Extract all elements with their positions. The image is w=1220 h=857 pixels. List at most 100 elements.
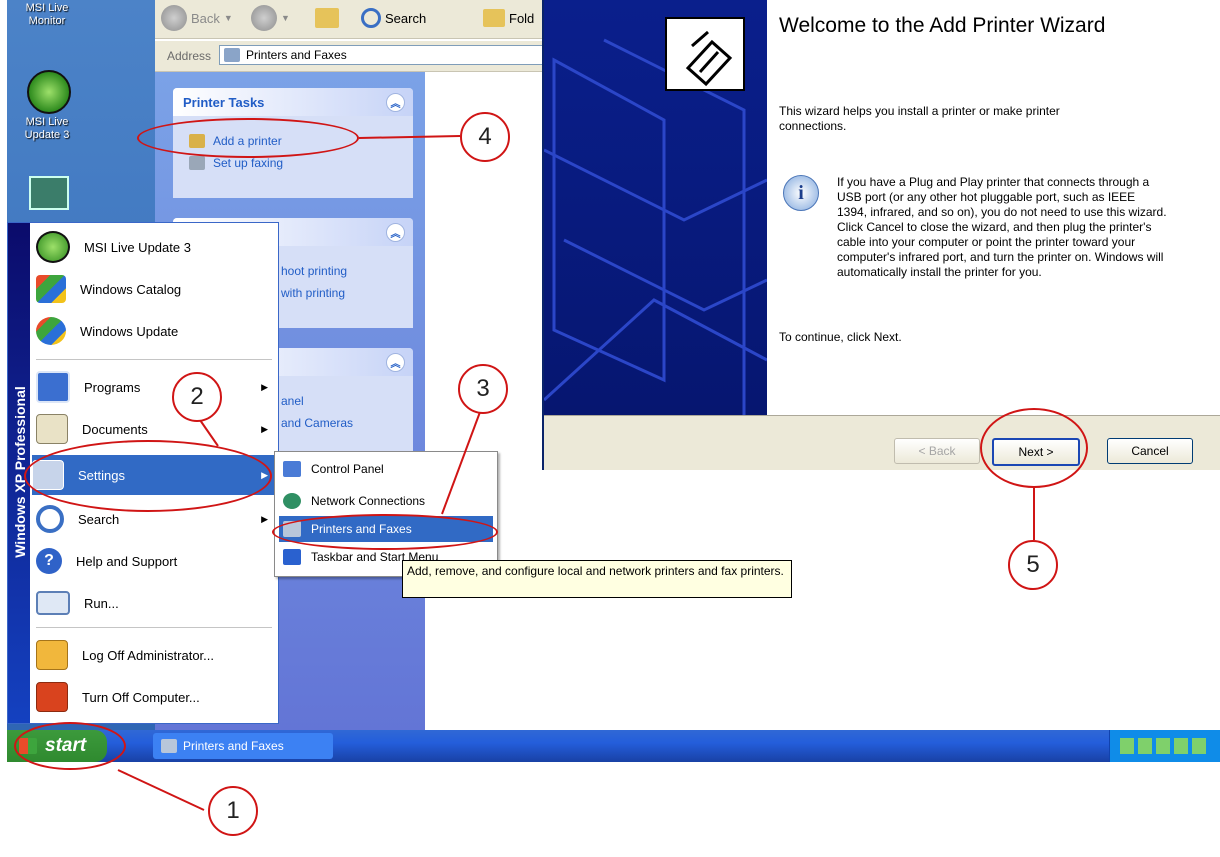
- taskbar-icon: [283, 549, 301, 565]
- info-icon: i: [783, 175, 819, 211]
- submenu-item-control-panel[interactable]: Control Panel: [279, 456, 493, 482]
- menu-item-label: Programs: [84, 379, 141, 395]
- documents-icon: [36, 414, 68, 444]
- leader-line-1: [117, 769, 205, 811]
- address-field[interactable]: Printers and Faxes: [219, 45, 549, 65]
- windows-update-icon: [36, 317, 66, 345]
- wizard-button-bar: < Back Next > Cancel: [544, 415, 1220, 471]
- printer-folder-icon: [224, 48, 240, 62]
- folders-label: Fold: [509, 10, 535, 26]
- submenu-item-network-connections[interactable]: Network Connections: [279, 488, 493, 514]
- control-panel-label: anel: [281, 394, 304, 408]
- submenu-arrow-icon: ▶: [261, 381, 268, 392]
- address-label: Address: [167, 49, 212, 63]
- system-tray: [1109, 730, 1220, 762]
- scanners-cameras-label: and Cameras: [281, 416, 354, 430]
- menu-item-label: Windows Update: [80, 323, 179, 339]
- live-update-icon[interactable]: [27, 70, 71, 114]
- callout-number-1: 1: [208, 786, 258, 836]
- menu-item-turn-off[interactable]: Turn Off Computer...: [36, 679, 276, 715]
- taskbar-item-printers-faxes[interactable]: Printers and Faxes: [153, 733, 333, 759]
- menu-item-label: Help and Support: [76, 553, 178, 569]
- search-icon: [36, 505, 64, 533]
- collapse-icon[interactable]: ︽: [386, 223, 405, 242]
- search-label: Search: [385, 10, 427, 26]
- wizard-intro: This wizard helps you install a printer …: [779, 104, 1060, 133]
- printer-folder-icon: [161, 739, 177, 753]
- menu-item-label: MSI Live Update 3: [84, 239, 191, 255]
- callout-ring-add-printer: [137, 118, 359, 158]
- menu-separator: [36, 359, 272, 360]
- callout-number-4: 4: [460, 112, 510, 162]
- folders-button[interactable]: Fold: [483, 6, 534, 30]
- chevron-down-icon: ▼: [223, 13, 233, 23]
- collapse-icon[interactable]: ︽: [386, 353, 405, 372]
- search-button[interactable]: Search: [361, 6, 426, 30]
- callout-number-2: 2: [172, 372, 222, 422]
- menu-item-windows-catalog[interactable]: Windows Catalog: [36, 271, 276, 307]
- menu-item-label: Search: [78, 511, 120, 527]
- forward-arrow-icon: [251, 5, 277, 31]
- up-folder-icon: [315, 8, 339, 28]
- forward-button[interactable]: ▼: [251, 5, 290, 31]
- add-printer-wizard: Welcome to the Add Printer Wizard This w…: [542, 0, 1220, 470]
- windows-catalog-icon: [36, 275, 66, 303]
- desktop-icon-label[interactable]: MSI Live Monitor: [7, 2, 87, 28]
- collapse-icon[interactable]: ︽: [386, 93, 405, 112]
- submenu-arrow-icon: ▶: [261, 423, 268, 434]
- folders-icon: [483, 9, 505, 27]
- submenu-item-label: Control Panel: [311, 462, 384, 476]
- menu-item-help-support[interactable]: ? Help and Support: [36, 543, 276, 579]
- back-label: Back: [191, 10, 220, 26]
- taskbar: start Printers and Faxes: [7, 730, 1220, 762]
- live-update-icon: [36, 231, 70, 263]
- log-off-icon: [36, 640, 68, 670]
- submenu-arrow-icon: ▶: [261, 513, 268, 524]
- run-icon: [36, 591, 70, 615]
- wizard-banner: [544, 0, 767, 415]
- menu-item-label: Run...: [84, 595, 119, 611]
- chevron-down-icon: ▼: [281, 13, 290, 23]
- back-button[interactable]: < Back: [894, 438, 980, 464]
- network-icon[interactable]: [29, 176, 69, 210]
- menu-item-log-off[interactable]: Log Off Administrator...: [36, 637, 276, 673]
- menu-item-label: Log Off Administrator...: [82, 647, 214, 663]
- menu-item-run[interactable]: Run...: [36, 585, 276, 621]
- taskbar-item-label: Printers and Faxes: [183, 739, 284, 753]
- callout-ring-next: [980, 408, 1088, 488]
- menu-item-label: Turn Off Computer...: [82, 689, 200, 705]
- menu-item-label: Documents: [82, 421, 148, 437]
- control-panel-icon: [283, 461, 301, 477]
- wizard-banner-art: [544, 17, 767, 415]
- search-icon: [361, 8, 381, 28]
- wizard-info-text: If you have a Plug and Play printer that…: [837, 175, 1167, 279]
- fax-icon: [189, 156, 205, 170]
- programs-icon: [36, 371, 70, 403]
- printer-tasks-header[interactable]: Printer Tasks ︽: [173, 88, 413, 116]
- menu-item-msi-live-update[interactable]: MSI Live Update 3: [36, 229, 276, 265]
- desktop-icon-label[interactable]: MSI Live Update 3: [7, 116, 87, 142]
- wizard-continue-text: To continue, click Next.: [779, 330, 902, 344]
- printers-faxes-tooltip: Add, remove, and configure local and net…: [402, 560, 792, 598]
- menu-item-programs[interactable]: Programs ▶: [36, 369, 276, 405]
- callout-ring-start: [14, 722, 126, 770]
- cancel-button[interactable]: Cancel: [1107, 438, 1193, 464]
- tray-icons[interactable]: [1120, 738, 1210, 754]
- callout-number-3: 3: [458, 364, 508, 414]
- troubleshoot-label: hoot printing: [281, 264, 348, 278]
- network-connections-icon: [283, 493, 301, 509]
- menu-item-label: Windows Catalog: [80, 281, 182, 297]
- callout-number-5: 5: [1008, 540, 1058, 590]
- back-button[interactable]: Back ▼: [161, 5, 233, 31]
- back-arrow-icon: [161, 5, 187, 31]
- callout-ring-settings: [24, 440, 272, 512]
- up-folder-button[interactable]: [315, 6, 339, 30]
- power-icon: [36, 682, 68, 712]
- printer-tasks-title: Printer Tasks: [183, 94, 265, 110]
- menu-item-windows-update[interactable]: Windows Update: [36, 313, 276, 349]
- menu-separator: [36, 627, 272, 628]
- address-value: Printers and Faxes: [246, 48, 347, 62]
- callout-ring-printers: [272, 514, 498, 550]
- help-printing-label: with printing: [281, 286, 346, 300]
- setup-faxing-label: Set up faxing: [213, 156, 284, 170]
